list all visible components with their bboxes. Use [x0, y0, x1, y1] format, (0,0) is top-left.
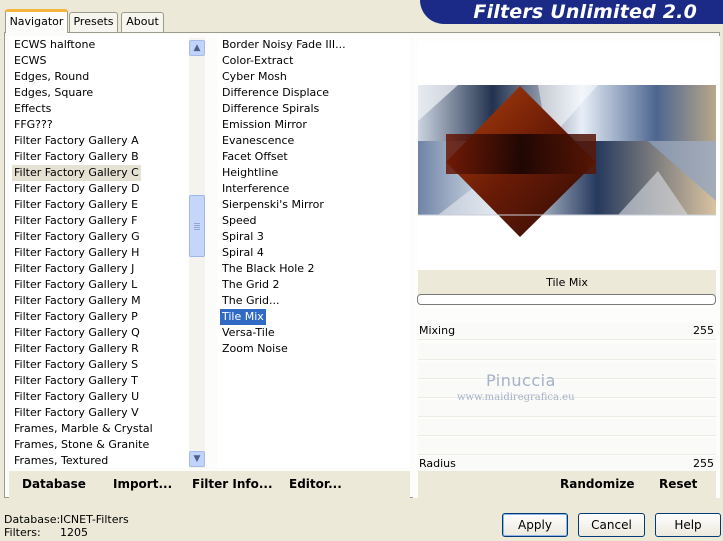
chevron-up-icon[interactable]: ▲: [189, 40, 205, 56]
list-item[interactable]: Filter Factory Gallery L: [12, 277, 139, 293]
list-item[interactable]: Filter Factory Gallery D: [12, 181, 142, 197]
list-item[interactable]: Filter Factory Gallery S: [12, 357, 140, 373]
chevron-down-icon[interactable]: ▼: [189, 451, 205, 467]
list-item[interactable]: Spiral 4: [220, 245, 266, 261]
tab-about[interactable]: About: [121, 12, 164, 32]
scroll-thumb[interactable]: [189, 195, 205, 257]
list-item[interactable]: Cyber Mosh: [220, 69, 289, 85]
list-item[interactable]: Filter Factory Gallery V: [12, 405, 141, 421]
list-item[interactable]: Zoom Noise: [220, 341, 290, 357]
list-item[interactable]: Effects: [12, 101, 53, 117]
list-item[interactable]: The Grid 2: [220, 277, 282, 293]
param-row-empty: [418, 362, 716, 379]
list-item[interactable]: Frames, Stone & Granite: [12, 437, 151, 453]
list-item[interactable]: The Grid...: [220, 293, 282, 309]
filter-preview[interactable]: [418, 41, 716, 270]
param-row-mixing[interactable]: Mixing 255: [418, 323, 716, 340]
list-item[interactable]: Interference: [220, 181, 291, 197]
list-item[interactable]: ECWS: [12, 53, 49, 69]
list-item[interactable]: Frames, Textured: [12, 453, 110, 468]
list-item[interactable]: The Black Hole 2: [220, 261, 317, 277]
tab-presets[interactable]: Presets: [69, 12, 118, 32]
cancel-button[interactable]: Cancel: [578, 513, 645, 537]
preview-image: [418, 41, 716, 270]
database-value: ICNET-Filters: [60, 513, 129, 526]
param-row-empty: [418, 438, 716, 455]
preview-panel: Tile Mix Mixing 255 Radius 255: [413, 36, 720, 498]
list-item[interactable]: Emission Mirror: [220, 117, 309, 133]
list-item[interactable]: Filter Factory Gallery U: [12, 389, 141, 405]
list-item[interactable]: Filter Factory Gallery F: [12, 213, 139, 229]
progress-bar: [417, 294, 716, 305]
help-button[interactable]: Help: [655, 513, 721, 537]
list-item[interactable]: Versa-Tile: [220, 325, 277, 341]
reset-button[interactable]: Reset: [659, 477, 697, 491]
filters-label: Filters:: [4, 526, 41, 539]
list-item[interactable]: Difference Spirals: [220, 101, 321, 117]
database-label: Database:: [4, 513, 61, 526]
list-item[interactable]: Speed: [220, 213, 258, 229]
param-label: Mixing: [419, 324, 456, 337]
param-row-empty: [418, 419, 716, 436]
list-item[interactable]: Spiral 3: [220, 229, 266, 245]
status-database: Database: ICNET-Filters: [4, 513, 129, 526]
param-label: Radius: [419, 457, 456, 470]
filter-info-button[interactable]: Filter Info...: [192, 477, 273, 491]
list-item[interactable]: Filter Factory Gallery H: [12, 245, 141, 261]
list-item[interactable]: Filter Factory Gallery R: [12, 341, 141, 357]
database-button[interactable]: Database: [22, 477, 86, 491]
list-item[interactable]: Filter Factory Gallery E: [12, 197, 140, 213]
apply-button[interactable]: Apply: [502, 513, 568, 537]
list-item[interactable]: Filter Factory Gallery Q: [12, 325, 142, 341]
list-item[interactable]: Edges, Square: [12, 85, 95, 101]
status-filters: Filters: 1205: [4, 526, 88, 539]
left-button-bar: Database Import... Filter Info... Editor…: [9, 471, 410, 498]
randomize-button[interactable]: Randomize: [560, 477, 634, 491]
list-item[interactable]: FFG???: [12, 117, 55, 133]
list-item[interactable]: Filter Factory Gallery M: [12, 293, 143, 309]
tab-navigator[interactable]: Navigator: [5, 9, 68, 33]
editor-button[interactable]: Editor...: [289, 477, 342, 491]
list-item[interactable]: Filter Factory Gallery P: [12, 309, 140, 325]
list-item[interactable]: Heightline: [220, 165, 280, 181]
list-item[interactable]: Sierpenski's Mirror: [220, 197, 326, 213]
param-value: 255: [693, 324, 714, 337]
list-item[interactable]: Difference Displace: [220, 85, 331, 101]
filter-list[interactable]: Border Noisy Fade III... Color-Extract Cyb…: [217, 36, 410, 468]
watermark-name: Pinuccia: [486, 371, 556, 390]
list-item[interactable]: Filter Factory Gallery B: [12, 149, 141, 165]
import-button[interactable]: Import...: [113, 477, 172, 491]
category-list[interactable]: ECWS halftone ECWS Edges, Round Edges, Squa…: [9, 36, 189, 468]
app-banner: Filters Unlimited 2.0: [420, 0, 723, 24]
right-button-bar: Randomize Reset: [418, 471, 716, 498]
list-item[interactable]: Filter Factory Gallery J: [12, 261, 136, 277]
preview-filter-name: Tile Mix: [418, 270, 716, 296]
list-item-selected[interactable]: Filter Factory Gallery C: [12, 165, 141, 181]
list-item[interactable]: ECWS halftone: [12, 37, 97, 53]
list-item[interactable]: Filter Factory Gallery A: [12, 133, 141, 149]
filters-value: 1205: [60, 526, 88, 539]
list-item-selected[interactable]: Tile Mix: [220, 309, 266, 325]
list-item[interactable]: Frames, Marble & Crystal: [12, 421, 155, 437]
category-scrollbar[interactable]: ▲ ▼: [189, 38, 205, 468]
list-item[interactable]: Edges, Round: [12, 69, 91, 85]
app-title: Filters Unlimited 2.0: [473, 1, 697, 23]
list-item[interactable]: Evanescence: [220, 133, 296, 149]
list-item[interactable]: Filter Factory Gallery G: [12, 229, 142, 245]
watermark-url: www.maidiregrafica.eu: [457, 392, 575, 403]
param-row-empty: [418, 343, 716, 360]
list-item[interactable]: Filter Factory Gallery T: [12, 373, 140, 389]
list-item[interactable]: Color-Extract: [220, 53, 295, 69]
list-item[interactable]: Border Noisy Fade III...: [220, 37, 348, 53]
list-item[interactable]: Facet Offset: [220, 149, 290, 165]
param-value: 255: [693, 457, 714, 470]
